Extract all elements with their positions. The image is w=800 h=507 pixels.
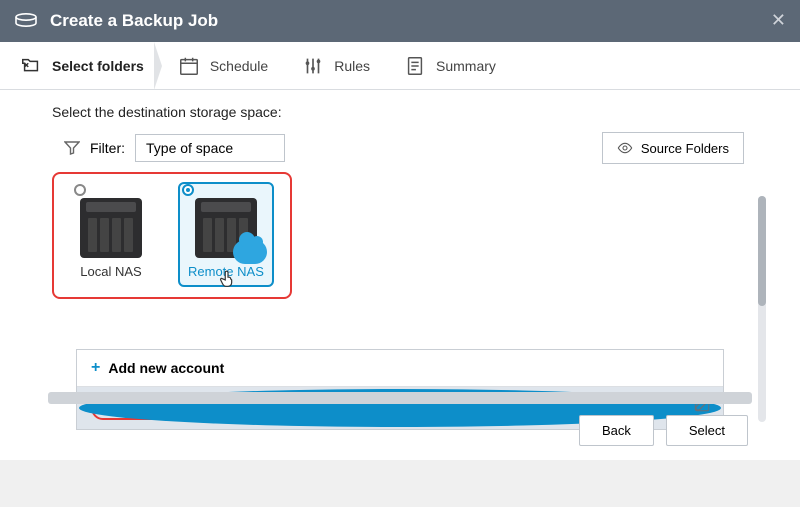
dialog-title: Create a Backup Job [50,11,218,31]
remote-nas-image [195,198,257,258]
wizard-steps: Select folders Schedule Rules Summary [0,42,800,90]
filter-select[interactable]: Type of space [135,134,285,162]
eye-icon [617,140,633,156]
step-summary[interactable]: Summary [404,42,496,89]
nas-icon [14,12,38,30]
select-button[interactable]: Select [666,415,748,446]
close-icon[interactable]: ✕ [771,10,786,31]
section-title: Select the destination storage space: [52,104,748,120]
back-button[interactable]: Back [579,415,654,446]
storage-type-group: Local NAS Remote NAS [52,172,292,299]
radio-local[interactable] [74,184,86,196]
add-account-button[interactable]: + Add new account [77,350,723,387]
filter-icon [64,140,80,156]
folders-icon [20,55,42,77]
sliders-icon [302,55,324,77]
source-folders-label: Source Folders [641,141,729,156]
local-nas-image [80,198,142,258]
plus-icon: + [91,359,100,377]
step-rules[interactable]: Rules [302,42,370,89]
filter-label: Filter: [90,140,125,156]
step-label: Rules [334,58,370,74]
scroll-thumb[interactable] [758,196,766,306]
summary-icon [404,55,426,77]
footer-buttons: Back Select [579,415,748,446]
type-local-nas[interactable]: Local NAS [70,182,152,287]
step-label: Summary [436,58,496,74]
step-select-folders[interactable]: Select folders [20,42,144,89]
source-folders-button[interactable]: Source Folders [602,132,744,164]
step-label: Select folders [52,58,144,74]
horizontal-scrollbar[interactable] [48,392,752,404]
vertical-scrollbar[interactable] [758,196,766,422]
type-label: Local NAS [80,264,142,279]
add-account-label: Add new account [108,360,224,376]
step-label: Schedule [210,58,268,74]
step-schedule[interactable]: Schedule [178,42,268,89]
type-label: Remote NAS [188,264,264,279]
dialog-header: Create a Backup Job ✕ [0,0,800,42]
radio-remote[interactable] [182,184,194,196]
content-area: Select the destination storage space: Fi… [0,90,800,460]
type-remote-nas[interactable]: Remote NAS [178,182,274,287]
cloud-icon [233,240,267,264]
calendar-icon [178,55,200,77]
